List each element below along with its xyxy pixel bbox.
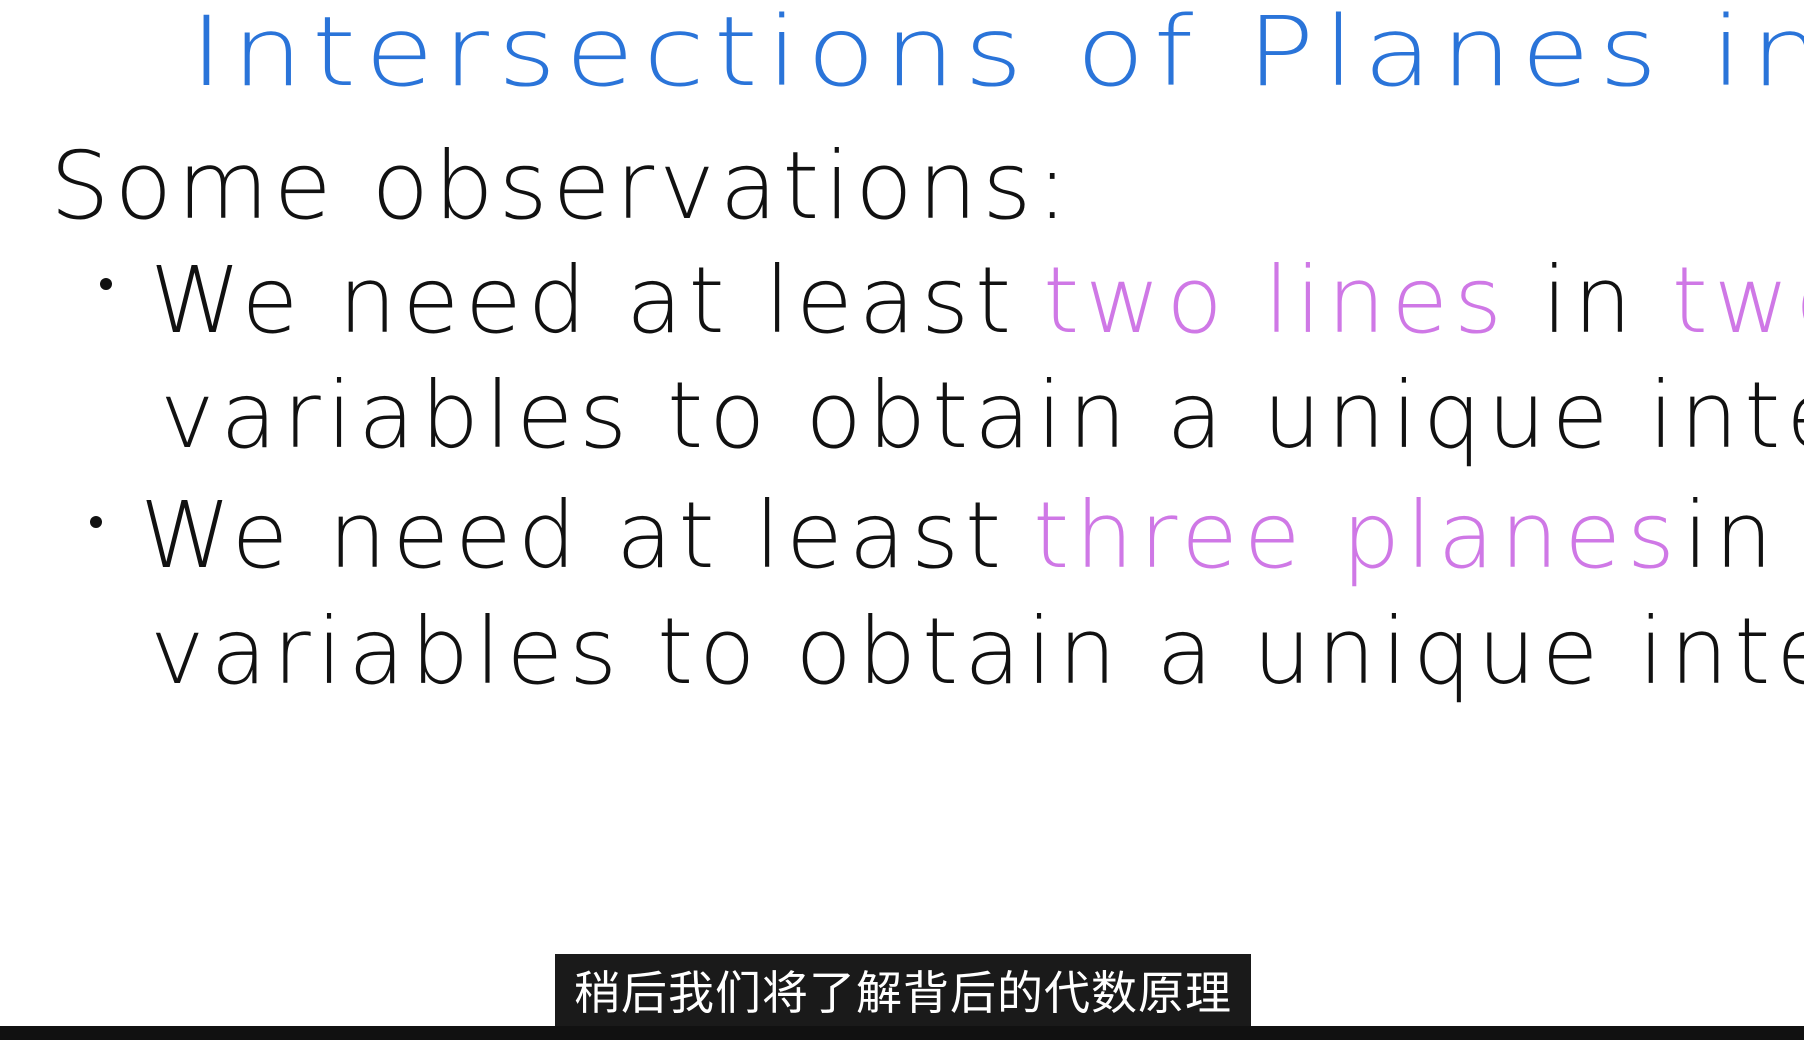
word: at — [616, 482, 721, 589]
word: obtain — [795, 598, 1123, 705]
bullet-point-1 — [100, 278, 112, 290]
word: in — [1682, 482, 1779, 589]
bullet-2-line-1: Weneedatleastthree planesinthree — [140, 490, 1804, 582]
word: variables — [150, 598, 624, 705]
word: at — [626, 247, 731, 354]
word: to — [667, 362, 772, 469]
highlight-phrase: three planes — [1033, 482, 1681, 589]
word: We — [150, 247, 305, 354]
slide-title: Intersections of Planes in 3D — [190, 0, 1804, 109]
subtitle-caption: 稍后我们将了解背后的代数原理 — [555, 954, 1251, 1026]
video-bottom-bar — [0, 1026, 1804, 1040]
word: least — [754, 482, 1008, 589]
word: a — [1166, 362, 1229, 469]
word: a — [1156, 598, 1219, 705]
word: variables — [160, 362, 634, 469]
highlight-phrase: two lines — [1043, 247, 1508, 354]
video-frame: Intersections of Planes in 3D Some obser… — [0, 0, 1804, 1040]
word: unique — [1252, 598, 1605, 705]
bullet-1-line-2: variablestoobtainauniqueintersection — [160, 370, 1804, 462]
word: to — [657, 598, 762, 705]
bullet-1-line-1: Weneedatleasttwo linesintwo — [150, 255, 1804, 347]
word: need — [338, 247, 593, 354]
word: need — [328, 482, 583, 589]
word: unique — [1262, 362, 1615, 469]
slide-heading: Some observations: — [50, 132, 1074, 241]
word: least — [764, 247, 1018, 354]
word: obtain — [805, 362, 1133, 469]
word: intersection — [1648, 362, 1804, 469]
word: in — [1541, 247, 1638, 354]
bullet-point-2 — [90, 516, 102, 528]
bullet-2-line-2: variablestoobtainauniqueintersection. — [150, 606, 1804, 698]
subtitle-text: 稍后我们将了解背后的代数原理 — [574, 966, 1232, 1020]
word: We — [140, 482, 295, 589]
highlight-phrase: two — [1671, 247, 1804, 354]
word: intersection. — [1638, 598, 1804, 705]
